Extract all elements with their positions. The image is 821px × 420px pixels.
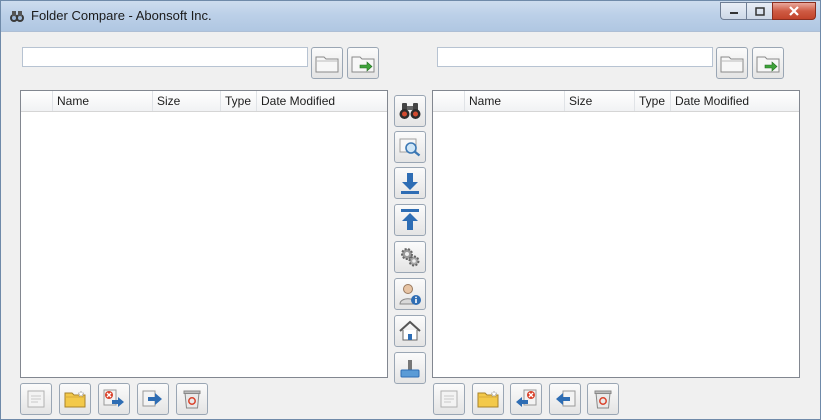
left-browse-button[interactable] <box>311 47 343 79</box>
left-edit-button[interactable] <box>20 383 52 415</box>
maximize-button[interactable] <box>746 2 772 20</box>
user-info-icon <box>399 284 421 305</box>
left-open-button[interactable] <box>347 47 379 79</box>
open-folder-icon <box>756 56 780 73</box>
copy-up-icon <box>401 209 419 230</box>
search-icon <box>399 138 421 157</box>
open-folder-icon <box>351 56 375 73</box>
recycle-bin-icon <box>594 390 612 409</box>
move-right-icon <box>142 390 162 407</box>
close-button[interactable] <box>772 2 816 20</box>
search-button[interactable] <box>394 131 426 163</box>
window-title: Folder Compare - Abonsoft Inc. <box>31 8 212 23</box>
copy-down-icon <box>401 173 419 194</box>
right-new-folder-button[interactable] <box>472 383 504 415</box>
left-delete-copy-button[interactable] <box>98 383 130 415</box>
column-header-name[interactable]: Name <box>465 91 565 111</box>
window-controls <box>720 2 816 21</box>
home-button[interactable] <box>394 315 426 347</box>
right-list-header: Name Size Type Date Modified <box>433 91 799 112</box>
app-logo-icon <box>10 11 24 22</box>
right-browse-button[interactable] <box>716 47 748 79</box>
settings-icon <box>401 248 420 267</box>
column-header-name[interactable]: Name <box>53 91 153 111</box>
recycle-bin-icon <box>183 390 201 409</box>
compare-button[interactable] <box>394 95 426 127</box>
column-header-date-modified[interactable]: Date Modified <box>671 91 799 111</box>
save-icon <box>400 360 420 378</box>
copy-to-left-button[interactable] <box>394 204 426 236</box>
about-button[interactable] <box>394 278 426 310</box>
new-folder-icon <box>64 390 86 408</box>
left-list-header: Name Size Type Date Modified <box>21 91 387 112</box>
binoculars-icon <box>399 103 421 119</box>
left-new-folder-button[interactable] <box>59 383 91 415</box>
column-header-type[interactable]: Type <box>635 91 671 111</box>
right-path-input[interactable] <box>437 47 713 67</box>
browse-folder-icon <box>315 56 339 73</box>
minimize-icon <box>729 12 738 14</box>
right-recycle-button[interactable] <box>587 383 619 415</box>
home-icon <box>399 320 421 341</box>
right-open-button[interactable] <box>752 47 784 79</box>
close-icon <box>789 6 799 16</box>
column-header-size[interactable]: Size <box>153 91 221 111</box>
export-button[interactable] <box>394 352 426 384</box>
new-folder-icon <box>477 390 499 408</box>
column-header-date-modified[interactable]: Date Modified <box>257 91 387 111</box>
column-header-type[interactable]: Type <box>221 91 257 111</box>
move-left-icon <box>556 390 576 407</box>
left-file-list[interactable]: Name Size Type Date Modified <box>20 90 388 378</box>
right-file-list[interactable]: Name Size Type Date Modified <box>432 90 800 378</box>
left-path-input[interactable] <box>22 47 308 67</box>
right-edit-button[interactable] <box>433 383 465 415</box>
column-header-size[interactable]: Size <box>565 91 635 111</box>
edit-icon <box>27 390 45 408</box>
right-move-button[interactable] <box>549 383 581 415</box>
right-delete-copy-button[interactable] <box>510 383 542 415</box>
column-header-check[interactable] <box>21 91 53 111</box>
column-header-check[interactable] <box>433 91 465 111</box>
delete-copy-icon <box>516 389 537 407</box>
browse-folder-icon <box>720 56 744 73</box>
settings-button[interactable] <box>394 241 426 273</box>
delete-copy-icon <box>103 389 124 407</box>
edit-icon <box>440 390 458 408</box>
app-window: Folder Compare - Abonsoft Inc. Name Size… <box>0 0 821 420</box>
title-bar[interactable]: Folder Compare - Abonsoft Inc. <box>1 1 820 32</box>
left-recycle-button[interactable] <box>176 383 208 415</box>
minimize-button[interactable] <box>720 2 746 20</box>
copy-to-right-button[interactable] <box>394 167 426 199</box>
maximize-icon <box>754 6 765 16</box>
left-move-button[interactable] <box>137 383 169 415</box>
